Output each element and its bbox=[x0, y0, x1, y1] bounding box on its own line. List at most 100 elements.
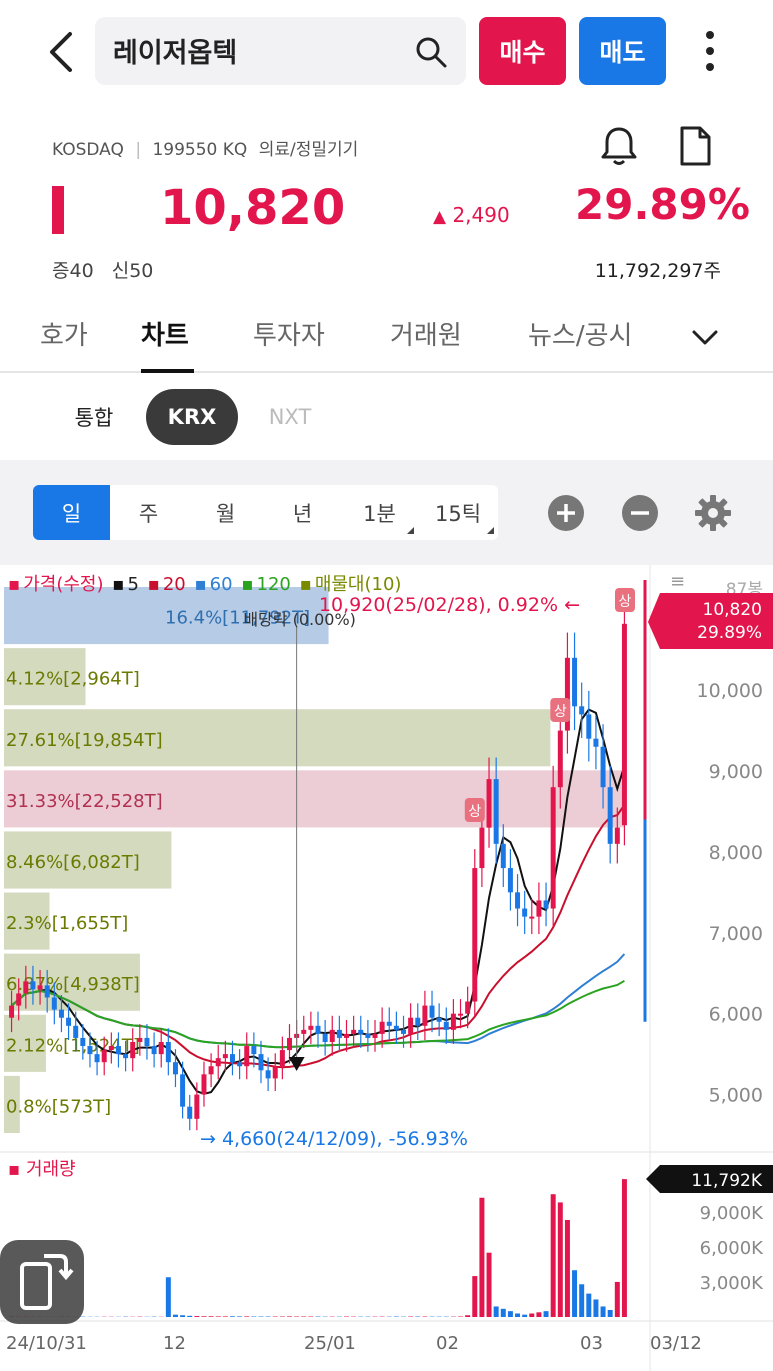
candle-body bbox=[265, 1070, 271, 1079]
buy-button[interactable]: 매수 bbox=[479, 17, 566, 85]
stock-name: 레이저옵텍 bbox=[113, 38, 238, 69]
legend-marker-price: ▪ bbox=[8, 574, 21, 595]
candle-body bbox=[379, 1021, 385, 1034]
candle-body bbox=[322, 1033, 328, 1042]
y-tick-label: 5,000 bbox=[709, 1085, 763, 1107]
volume-bar bbox=[621, 1179, 627, 1317]
dividend-marker-icon bbox=[288, 1057, 305, 1071]
chevron-down-icon[interactable] bbox=[690, 325, 720, 351]
y-tick-label: 6,000 bbox=[709, 1004, 763, 1026]
max-price-annotation: 10,920(25/02/28), 0.92% ← bbox=[319, 594, 580, 616]
period-minute-label: 1분 bbox=[363, 501, 396, 526]
period-minute[interactable]: 1분 bbox=[341, 485, 418, 540]
legend-price: 가격(수정) bbox=[23, 574, 104, 595]
volume-bar bbox=[187, 1315, 193, 1317]
market-tab-krx[interactable]: KRX bbox=[146, 389, 238, 445]
period-tick[interactable]: 15틱 bbox=[418, 485, 498, 540]
candle-body bbox=[9, 1005, 15, 1018]
candle-body bbox=[393, 1025, 399, 1030]
period-day[interactable]: 일 bbox=[33, 485, 110, 540]
candle-body bbox=[586, 714, 592, 739]
zoom-in-icon[interactable] bbox=[548, 495, 584, 531]
stock-meta-line: KOSDAQ | 199550 KQ 의료/정밀기기 bbox=[52, 135, 364, 160]
y-tick-label: 7,000 bbox=[709, 923, 763, 945]
main-tabs: 호가 차트 투자자 거래원 뉴스/공시 bbox=[0, 305, 773, 373]
volume-legend-label: 거래량 bbox=[25, 1159, 76, 1180]
price-chart[interactable]: 16.4%[11,792T]4.12%[2,964T]27.61%[19,854… bbox=[0, 565, 773, 1371]
tab-investor[interactable]: 투자자 bbox=[253, 315, 325, 352]
candle-body bbox=[365, 1033, 371, 1038]
candle-body bbox=[336, 1029, 342, 1038]
document-icon[interactable] bbox=[676, 124, 714, 168]
candle-body bbox=[172, 1062, 178, 1075]
candle-body bbox=[493, 779, 499, 844]
candle-body bbox=[222, 1054, 228, 1059]
candle-body bbox=[30, 981, 36, 990]
market-tab-nxt[interactable]: NXT bbox=[254, 389, 326, 445]
menu-lines-icon: ≡ bbox=[670, 571, 685, 592]
candle-body bbox=[579, 706, 585, 715]
candle-body bbox=[137, 1037, 143, 1042]
legend-ma20: 20 bbox=[162, 574, 186, 595]
zoom-out-icon[interactable] bbox=[622, 495, 658, 531]
candle-body bbox=[507, 868, 513, 893]
meta-separator: | bbox=[135, 140, 142, 160]
legend-ma5: 5 bbox=[127, 574, 139, 595]
candle-body bbox=[401, 1029, 407, 1034]
chart-legend: ▪ 가격(수정) ▪ 5 ▪ 20 ▪ 60 ▪ 120 ▪ 매물대(10) bbox=[8, 570, 404, 596]
stock-search-box[interactable]: 레이저옵텍 bbox=[95, 17, 466, 85]
candle-body bbox=[301, 1029, 307, 1034]
market-tab-all[interactable]: 통합 bbox=[58, 389, 130, 445]
up-triangle-icon: ▲ bbox=[433, 207, 447, 227]
candle-body bbox=[593, 738, 599, 747]
sector-label: 의료/정밀기기 bbox=[258, 140, 359, 160]
volume-bar bbox=[557, 1202, 563, 1317]
tab-orderbook[interactable]: 호가 bbox=[40, 315, 88, 352]
legend-profile: 매물대(10) bbox=[314, 574, 402, 595]
volume-profile-label: 8.46%[6,082T] bbox=[6, 852, 140, 873]
volume-bar bbox=[465, 1315, 471, 1317]
current-price-tag-price: 10,820 bbox=[703, 600, 762, 620]
period-year[interactable]: 년 bbox=[264, 485, 341, 540]
candle-body bbox=[115, 1046, 121, 1055]
volume-tick-label: 9,000K bbox=[700, 1203, 765, 1224]
limit-up-badge-label: 상 bbox=[468, 804, 481, 820]
volume-profile-label: 31.33%[22,528T] bbox=[6, 791, 163, 812]
legend-ma60: 60 bbox=[209, 574, 233, 595]
volume-bar bbox=[287, 1316, 292, 1317]
tab-chart[interactable]: 차트 bbox=[141, 315, 189, 352]
period-week[interactable]: 주 bbox=[110, 485, 187, 540]
search-icon[interactable] bbox=[414, 35, 448, 69]
candle-body bbox=[572, 657, 578, 707]
candle-body bbox=[66, 1017, 72, 1026]
back-arrow-icon[interactable] bbox=[40, 28, 84, 76]
legend-marker-ma120: ▪ bbox=[241, 574, 254, 595]
volume-bar bbox=[600, 1306, 606, 1317]
tab-broker[interactable]: 거래원 bbox=[390, 315, 462, 352]
candle-body bbox=[51, 997, 57, 1010]
candle-body bbox=[479, 827, 485, 869]
candle-body bbox=[123, 1054, 129, 1059]
candle-body bbox=[358, 1029, 364, 1034]
period-month[interactable]: 월 bbox=[187, 485, 264, 540]
bell-icon[interactable] bbox=[598, 124, 640, 168]
settings-gear-icon[interactable] bbox=[694, 494, 732, 532]
limit-up-badge-label: 상 bbox=[619, 594, 632, 610]
tab-news[interactable]: 뉴스/공시 bbox=[528, 315, 632, 352]
candle-body bbox=[529, 916, 535, 919]
volume-bar bbox=[194, 1316, 200, 1317]
x-tick-label: 02 bbox=[436, 1333, 459, 1354]
candle-body bbox=[557, 730, 563, 788]
candle-body bbox=[500, 843, 506, 869]
more-options-icon[interactable] bbox=[695, 25, 725, 77]
min-price-annotation: → 4,660(24/12/09), -56.93% bbox=[200, 1128, 468, 1150]
volume-bar bbox=[522, 1314, 528, 1317]
candle-body bbox=[272, 1066, 278, 1079]
volume-bar bbox=[165, 1277, 171, 1317]
candle-body bbox=[450, 1013, 456, 1030]
volume-tick-label: 6,000K bbox=[700, 1238, 765, 1259]
volume-bar bbox=[479, 1197, 485, 1317]
period-selector: 일 주 월 년 1분 15틱 bbox=[33, 485, 498, 540]
rotate-screen-icon[interactable] bbox=[0, 1240, 84, 1324]
sell-button[interactable]: 매도 bbox=[579, 17, 666, 85]
